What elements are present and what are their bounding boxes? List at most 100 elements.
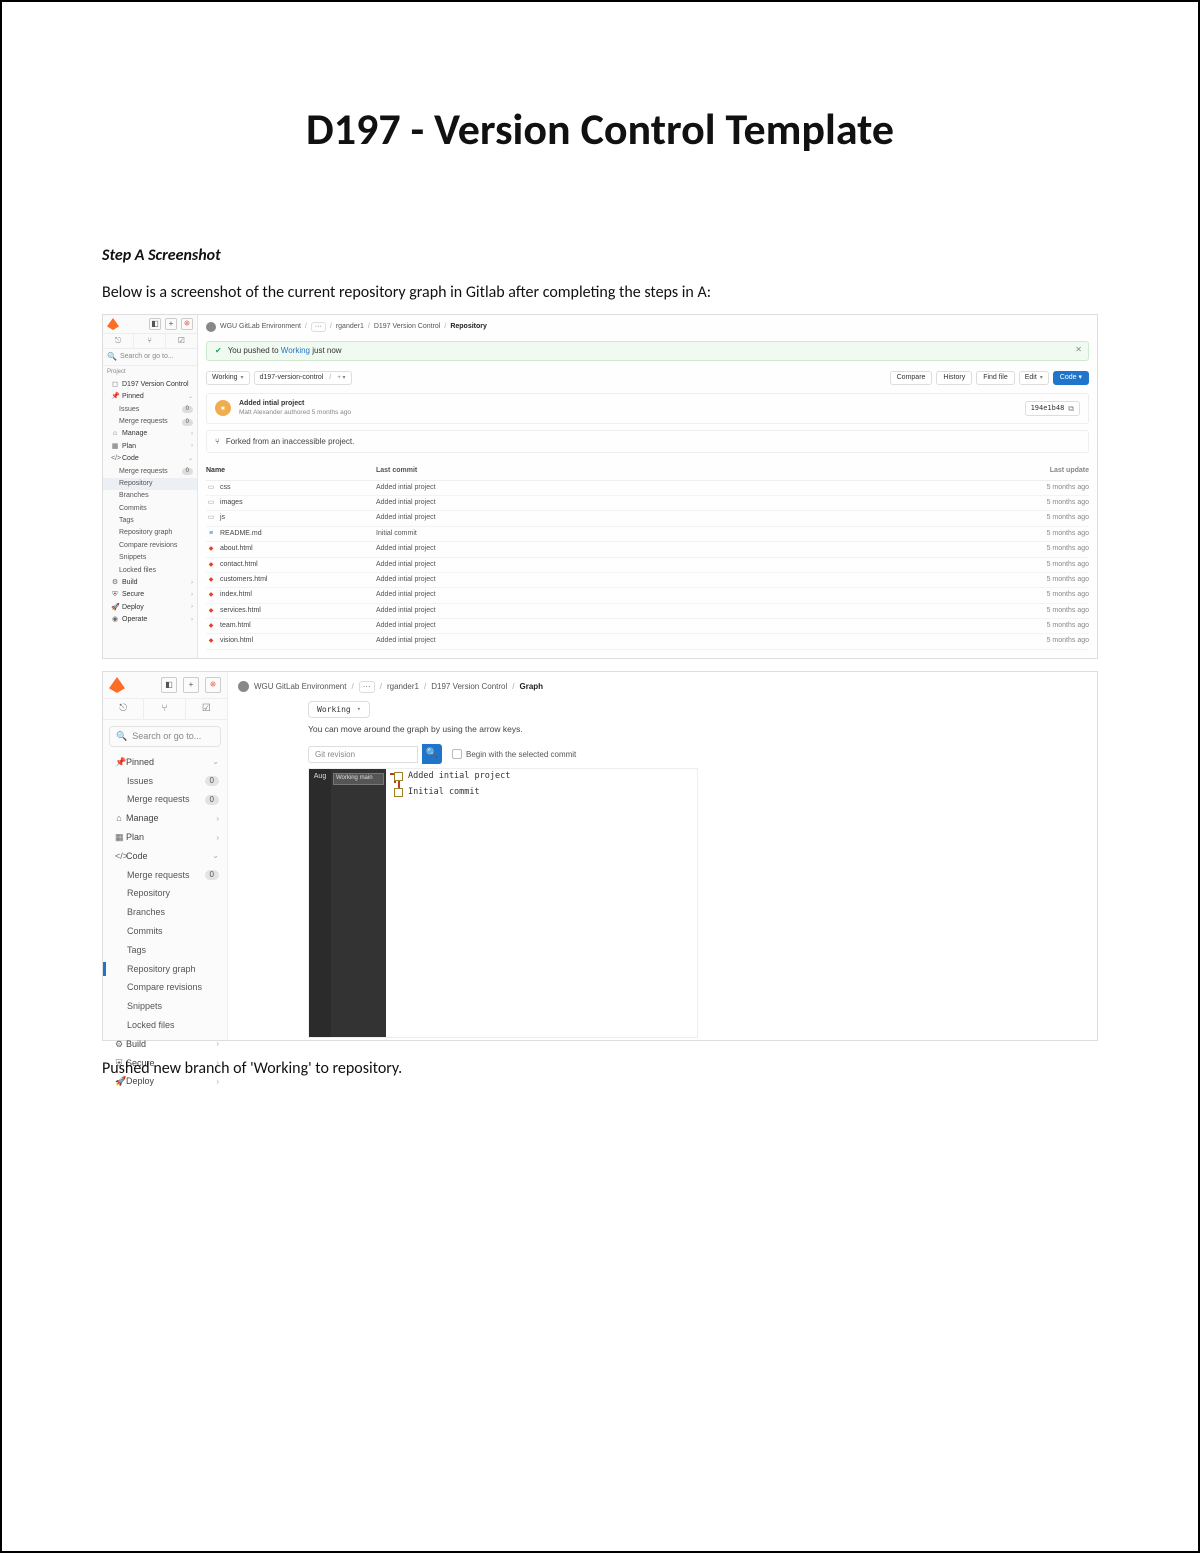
file-name[interactable]: js xyxy=(220,514,225,522)
sidebar-build[interactable]: ⚙Build› xyxy=(103,577,197,589)
file-last-commit[interactable]: Added intial project xyxy=(376,499,1024,507)
sidebar-tags[interactable]: Tags xyxy=(103,941,227,960)
file-name[interactable]: team.html xyxy=(220,622,251,630)
table-row[interactable]: jsAdded intial project5 months ago xyxy=(206,511,1089,526)
sidebar-operate[interactable]: ◉Operate› xyxy=(103,614,197,626)
sidebar-repository[interactable]: Repository xyxy=(103,884,227,903)
table-row[interactable]: index.htmlAdded intial project5 months a… xyxy=(206,588,1089,603)
sidebar-deploy[interactable]: 🚀Deploy› xyxy=(103,602,197,614)
sidebar-secure[interactable]: ⛨Secure› xyxy=(103,589,197,601)
sidebar-mr2[interactable]: Merge requests0 xyxy=(103,866,227,885)
search-revision-button[interactable]: 🔍 xyxy=(422,744,442,764)
copy-icon[interactable]: ⧉ xyxy=(1068,404,1074,414)
file-name[interactable]: contact.html xyxy=(220,561,258,569)
breadcrumb-user[interactable]: rgander1 xyxy=(336,323,364,331)
table-row[interactable]: README.mdInitial commit5 months ago xyxy=(206,527,1089,542)
table-row[interactable]: contact.htmlAdded intial project5 months… xyxy=(206,558,1089,573)
sidebar-locked-files[interactable]: Locked files xyxy=(103,1016,227,1035)
todo-shortcut-icon[interactable]: ☑ xyxy=(166,334,197,348)
file-last-commit[interactable]: Added intial project xyxy=(376,591,1024,599)
breadcrumb-project[interactable]: D197 Version Control xyxy=(431,682,507,692)
sidebar-compare-revisions[interactable]: Compare revisions xyxy=(103,540,197,552)
checkbox-icon[interactable] xyxy=(452,749,462,759)
sidebar-issues[interactable]: Issues0 xyxy=(103,404,197,416)
file-name[interactable]: css xyxy=(220,484,231,492)
table-row[interactable]: cssAdded intial project5 months ago xyxy=(206,481,1089,496)
file-name[interactable]: index.html xyxy=(220,591,252,599)
revision-input[interactable]: Git revision xyxy=(308,746,418,764)
sidebar-plan[interactable]: ▦Plan› xyxy=(103,441,197,453)
file-last-commit[interactable]: Added intial project xyxy=(376,622,1024,630)
file-name[interactable]: README.md xyxy=(220,530,262,538)
table-row[interactable]: team.htmlAdded intial project5 months ag… xyxy=(206,619,1089,634)
repo-path-dropdown[interactable]: d197-version-control/+ ▾ xyxy=(254,371,352,385)
todo-shortcut-icon[interactable]: ☑ xyxy=(186,699,227,719)
sidebar-project-name[interactable]: ◻D197 Version Control xyxy=(103,379,197,391)
sidebar-snippets[interactable]: Snippets xyxy=(103,997,227,1016)
sidebar-commits[interactable]: Commits xyxy=(103,922,227,941)
sidebar-snippets[interactable]: Snippets xyxy=(103,552,197,564)
file-last-commit[interactable]: Added intial project xyxy=(376,576,1024,584)
table-row[interactable]: vision.htmlAdded intial project5 months … xyxy=(206,634,1089,649)
sidebar-pinned[interactable]: 📌Pinned⌄ xyxy=(103,753,227,772)
issues-shortcut-icon[interactable]: ⎋ xyxy=(103,699,144,719)
table-row[interactable]: customers.htmlAdded intial project5 mont… xyxy=(206,573,1089,588)
search-input[interactable]: 🔍 Search or go to... xyxy=(103,349,197,366)
commit-node-icon[interactable] xyxy=(394,788,403,797)
file-name[interactable]: customers.html xyxy=(220,576,267,584)
merge-request-shortcut-icon[interactable]: ⑂ xyxy=(144,699,185,719)
table-row[interactable]: services.htmlAdded intial project5 month… xyxy=(206,604,1089,619)
file-last-commit[interactable]: Added intial project xyxy=(376,545,1024,553)
file-last-commit[interactable]: Added intial project xyxy=(376,607,1024,615)
edit-dropdown[interactable]: Edit▾ xyxy=(1019,371,1049,385)
plus-icon[interactable]: + xyxy=(183,677,199,693)
commit-title[interactable]: Added intial project xyxy=(239,400,351,408)
table-row[interactable]: imagesAdded intial project5 months ago xyxy=(206,496,1089,511)
sidebar-manage[interactable]: ⌂Manage› xyxy=(103,809,227,828)
sidebar-plan[interactable]: ▦Plan› xyxy=(103,828,227,847)
breadcrumb-env[interactable]: WGU GitLab Environment xyxy=(254,682,346,692)
branch-dropdown[interactable]: Working▾ xyxy=(206,371,250,385)
sidebar-issues[interactable]: Issues0 xyxy=(103,772,227,791)
graph-commit-message[interactable]: Added intial project xyxy=(408,771,510,781)
sidebar-code[interactable]: </>Code⌄ xyxy=(103,453,197,465)
code-dropdown-button[interactable]: Code ▾ xyxy=(1053,371,1089,385)
file-last-commit[interactable]: Added intial project xyxy=(376,637,1024,645)
branch-dropdown[interactable]: Working▾ xyxy=(308,701,370,719)
sidebar-repo-graph[interactable]: Repository graph xyxy=(103,527,197,539)
sidebar-branches[interactable]: Branches xyxy=(103,490,197,502)
sidebar-merge-requests[interactable]: Merge requests0 xyxy=(103,416,197,428)
begin-with-commit-checkbox[interactable]: Begin with the selected commit xyxy=(452,749,576,759)
plus-icon[interactable]: + xyxy=(165,318,177,330)
sidebar-code[interactable]: </>Code⌄ xyxy=(103,847,227,866)
commit-hash[interactable]: 194e1b48⧉ xyxy=(1025,401,1080,417)
sidebar-branches[interactable]: Branches xyxy=(103,903,227,922)
history-button[interactable]: History xyxy=(936,371,972,385)
grid-menu-icon[interactable]: ⁜ xyxy=(181,318,193,330)
sidebar-mr2[interactable]: Merge requests0 xyxy=(103,466,197,478)
breadcrumb-env[interactable]: WGU GitLab Environment xyxy=(220,323,301,331)
close-icon[interactable]: ✕ xyxy=(1075,345,1082,355)
file-last-commit[interactable]: Added intial project xyxy=(376,484,1024,492)
sidebar-toggle-icon[interactable]: ◧ xyxy=(161,677,177,693)
graph-commit-message[interactable]: Initial commit xyxy=(408,787,480,797)
sidebar-locked-files[interactable]: Locked files xyxy=(103,565,197,577)
search-input[interactable]: 🔍 Search or go to... xyxy=(109,726,221,747)
sidebar-tags[interactable]: Tags xyxy=(103,515,197,527)
notification-branch-link[interactable]: Working xyxy=(281,346,310,355)
commit-author[interactable]: Matt Alexander xyxy=(239,409,282,416)
file-last-commit[interactable]: Added intial project xyxy=(376,514,1024,522)
sidebar-manage[interactable]: ⌂Manage› xyxy=(103,428,197,440)
sidebar-compare-revisions[interactable]: Compare revisions xyxy=(103,978,227,997)
sidebar-merge-requests[interactable]: Merge requests0 xyxy=(103,790,227,809)
find-file-button[interactable]: Find file xyxy=(976,371,1015,385)
sidebar-commits[interactable]: Commits xyxy=(103,503,197,515)
breadcrumb-user[interactable]: rgander1 xyxy=(387,682,419,692)
commit-graph[interactable]: Aug Working main Added intial project In… xyxy=(308,768,698,1038)
commit-node-icon[interactable] xyxy=(394,772,403,781)
file-name[interactable]: images xyxy=(220,499,243,507)
file-name[interactable]: services.html xyxy=(220,607,261,615)
sidebar-toggle-icon[interactable]: ◧ xyxy=(149,318,161,330)
sidebar-repository[interactable]: Repository xyxy=(103,478,197,490)
file-name[interactable]: vision.html xyxy=(220,637,253,645)
